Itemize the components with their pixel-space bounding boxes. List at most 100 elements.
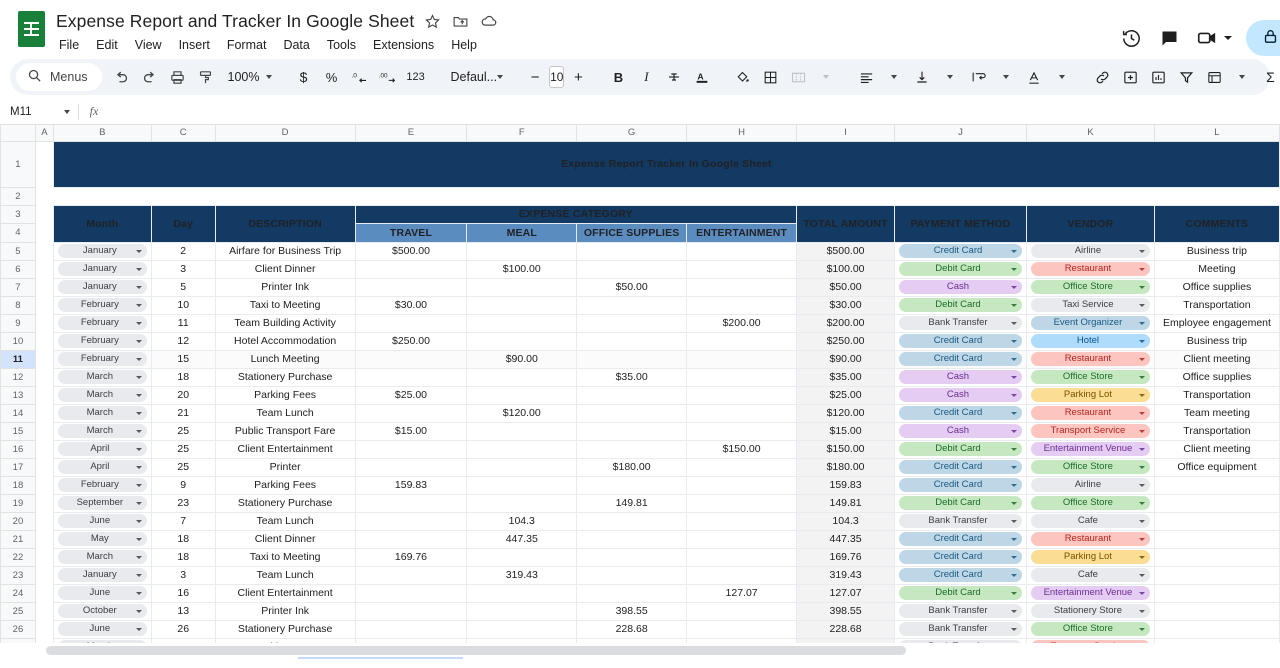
insert-link-button[interactable] (1088, 63, 1116, 91)
payment-method-dropdown[interactable]: Debit Card (899, 262, 1022, 276)
row-header-25[interactable]: 25 (0, 601, 36, 621)
payment-method-dropdown[interactable]: Cash (899, 370, 1022, 384)
cell-month[interactable]: March (52, 547, 152, 567)
sheet-table[interactable]: A B C D E F G H I J K L 1 Expense Report… (0, 125, 1280, 659)
table-row[interactable]: 17 April 25 Printer $180.00 $180.00 Cred… (0, 457, 1280, 477)
cell-vendor[interactable]: Cafe (1025, 565, 1155, 585)
cell-payment-method[interactable]: Bank Transfer (894, 619, 1027, 639)
cell-payment-method[interactable]: Credit Card (894, 475, 1027, 495)
menu-format[interactable]: Format (225, 37, 269, 53)
cell-comments[interactable]: Employee engagement (1153, 313, 1280, 333)
month-dropdown[interactable]: February (57, 298, 147, 312)
cell-entertainment[interactable] (686, 619, 798, 639)
cell-office-supplies[interactable] (576, 241, 688, 261)
table-row[interactable]: 20 June 7 Team Lunch 104.3 104.3 Bank Tr… (0, 511, 1280, 531)
cell-payment-method[interactable]: Credit Card (894, 349, 1027, 369)
month-dropdown[interactable]: February (57, 316, 147, 330)
cell-meal[interactable]: $120.00 (466, 403, 578, 423)
row-header-3[interactable]: 3 (0, 204, 36, 224)
cell-day[interactable]: 12 (150, 331, 216, 351)
cell-total-amount[interactable]: 127.07 (796, 583, 896, 603)
cell-comments[interactable]: Client meeting (1153, 349, 1280, 369)
cell-payment-method[interactable]: Debit Card (894, 583, 1027, 603)
cell-comments[interactable]: Transportation (1153, 385, 1280, 405)
cell-day[interactable]: 18 (150, 547, 216, 567)
cell-office-supplies[interactable]: $180.00 (576, 457, 688, 477)
cell-vendor[interactable]: Entertainment Venue (1025, 583, 1155, 603)
cell-travel[interactable] (354, 601, 468, 621)
row-header-16[interactable]: 16 (0, 439, 36, 459)
cell-travel[interactable]: $30.00 (354, 295, 468, 315)
cell-meal[interactable]: $100.00 (466, 259, 578, 279)
cell-description[interactable]: Team Lunch (214, 511, 356, 531)
table-row[interactable]: 10 February 12 Hotel Accommodation $250.… (0, 331, 1280, 351)
vendor-dropdown[interactable]: Cafe (1030, 568, 1150, 582)
cell-total-amount[interactable]: 447.35 (796, 529, 896, 549)
cell-description[interactable]: Printer (214, 457, 356, 477)
fill-color-button[interactable] (728, 63, 756, 91)
month-dropdown[interactable]: January (57, 280, 147, 294)
zoom-selector[interactable]: 100% (220, 63, 278, 91)
cell-comments[interactable] (1153, 565, 1280, 585)
month-dropdown[interactable]: September (57, 496, 147, 510)
star-icon[interactable] (423, 12, 442, 31)
cell-vendor[interactable]: Office Store (1025, 493, 1155, 513)
cell-month[interactable]: June (52, 619, 152, 639)
month-dropdown[interactable]: May (57, 532, 147, 546)
cell-travel[interactable]: 169.76 (354, 547, 468, 567)
cell-description[interactable]: Client Dinner (214, 259, 356, 279)
strikethrough-button[interactable] (660, 63, 688, 91)
cell-vendor[interactable]: Office Store (1025, 367, 1155, 387)
cell-day[interactable]: 26 (150, 619, 216, 639)
create-filter-button[interactable] (1172, 63, 1200, 91)
month-dropdown[interactable]: January (57, 262, 147, 276)
row-header-24[interactable]: 24 (0, 583, 36, 603)
cell-office-supplies[interactable] (576, 565, 688, 585)
payment-method-dropdown[interactable]: Cash (899, 388, 1022, 402)
cell-total-amount[interactable]: $180.00 (796, 457, 896, 477)
cell-day[interactable]: 18 (150, 529, 216, 549)
cell-day[interactable]: 3 (150, 565, 216, 585)
cell-month[interactable]: January (52, 259, 152, 279)
month-dropdown[interactable]: February (57, 352, 147, 366)
table-row[interactable]: 13 March 20 Parking Fees $25.00 $25.00 C… (0, 385, 1280, 405)
cell-payment-method[interactable]: Debit Card (894, 259, 1027, 279)
vendor-dropdown[interactable]: Restaurant (1030, 352, 1150, 366)
table-row[interactable]: 14 March 21 Team Lunch $120.00 $120.00 C… (0, 403, 1280, 423)
column-header-H[interactable]: H (686, 125, 798, 142)
cell-day[interactable]: 18 (150, 367, 216, 387)
month-dropdown[interactable]: March (57, 406, 147, 420)
column-header-F[interactable]: F (466, 125, 578, 142)
cell-day[interactable]: 7 (150, 511, 216, 531)
cell-vendor[interactable]: Airline (1025, 475, 1155, 495)
vendor-dropdown[interactable]: Restaurant (1030, 532, 1150, 546)
name-box[interactable]: M11 (0, 106, 78, 118)
cell-vendor[interactable]: Hotel (1025, 331, 1155, 351)
table-row[interactable]: 18 February 9 Parking Fees 159.83 159.83… (0, 475, 1280, 495)
cell-office-supplies[interactable] (576, 583, 688, 603)
cell-vendor[interactable]: Event Organizer (1025, 313, 1155, 333)
cell-travel[interactable] (354, 583, 468, 603)
table-row[interactable]: 21 May 18 Client Dinner 447.35 447.35 Cr… (0, 529, 1280, 549)
cell-meal[interactable] (466, 421, 578, 441)
cell-month[interactable]: February (52, 331, 152, 351)
cell-payment-method[interactable]: Cash (894, 421, 1027, 441)
vendor-dropdown[interactable]: Restaurant (1030, 262, 1150, 276)
spreadsheet-grid[interactable]: A B C D E F G H I J K L 1 Expense Report… (0, 125, 1280, 659)
undo-button[interactable] (108, 63, 136, 91)
payment-method-dropdown[interactable]: Credit Card (899, 532, 1022, 546)
cell-month[interactable]: February (52, 295, 152, 315)
insert-comment-button[interactable] (1116, 63, 1144, 91)
cell-vendor[interactable]: Entertainment Venue (1025, 439, 1155, 459)
cell-month[interactable]: January (52, 565, 152, 585)
cell-travel[interactable] (354, 367, 468, 387)
italic-button[interactable]: I (632, 63, 660, 91)
cell-entertainment[interactable] (686, 349, 798, 369)
cell-payment-method[interactable]: Bank Transfer (894, 601, 1027, 621)
cell-office-supplies[interactable] (576, 385, 688, 405)
column-header-D[interactable]: D (214, 125, 356, 142)
cell-office-supplies[interactable] (576, 295, 688, 315)
print-button[interactable] (164, 63, 192, 91)
cell-office-supplies[interactable]: 398.55 (576, 601, 688, 621)
payment-method-dropdown[interactable]: Bank Transfer (899, 316, 1022, 330)
